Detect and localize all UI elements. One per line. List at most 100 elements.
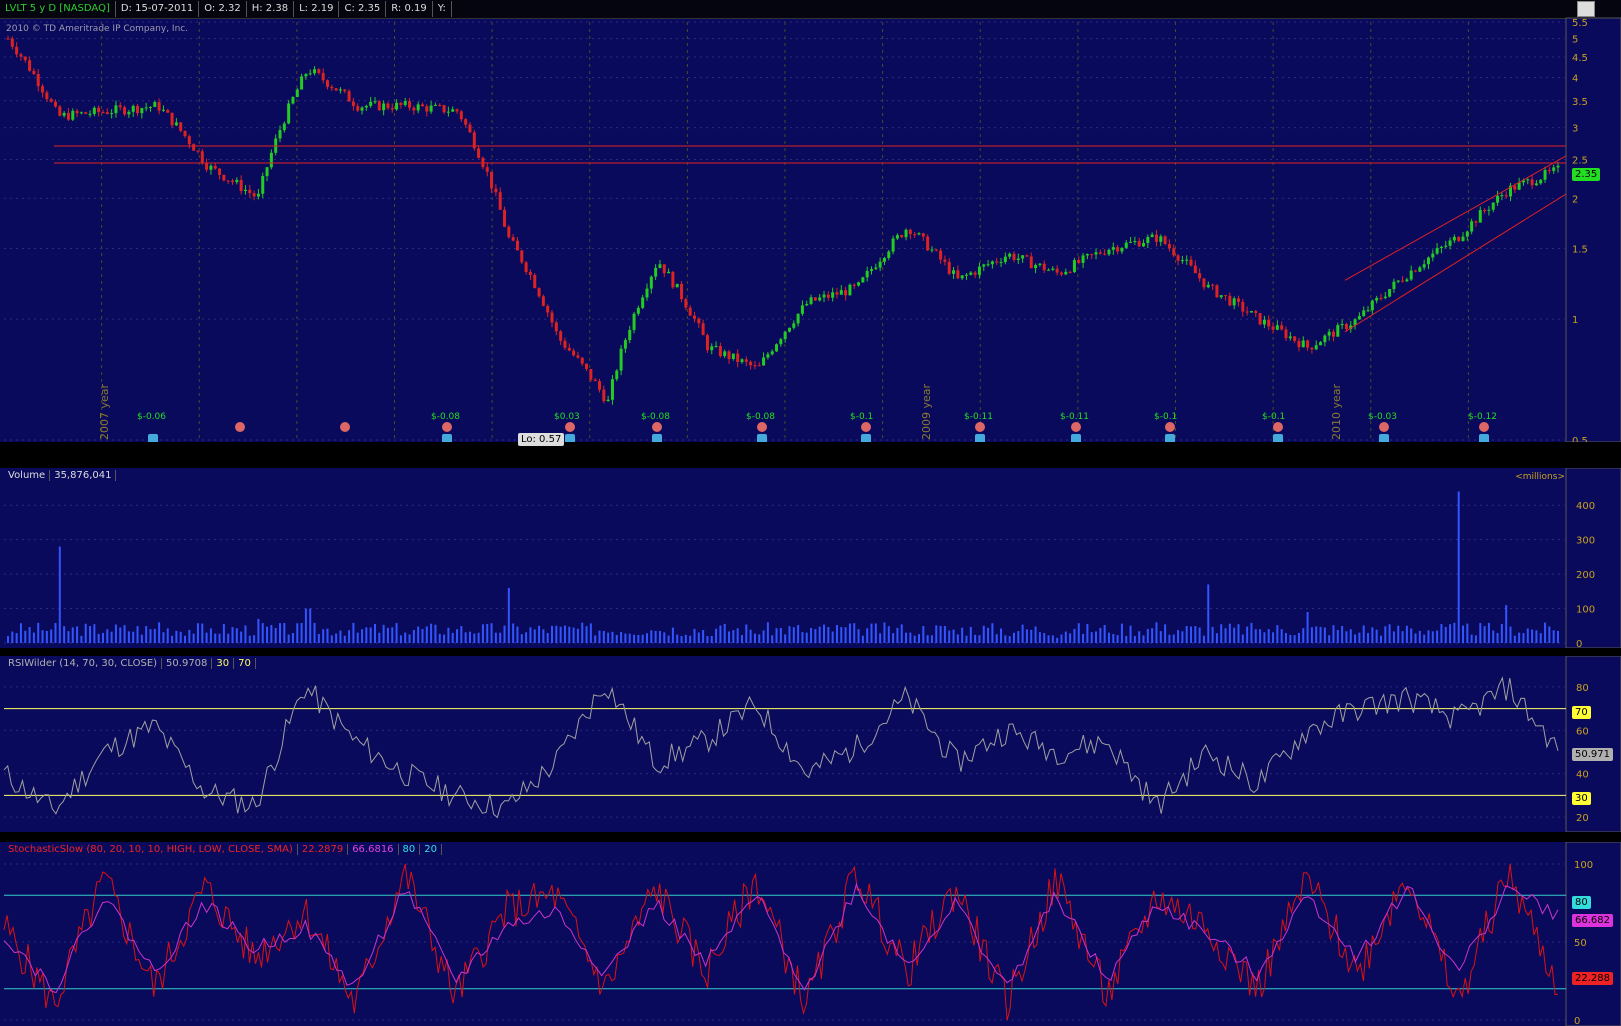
volume-bar — [645, 633, 648, 643]
earnings-label: $0.03 — [554, 412, 580, 422]
candle-body — [684, 299, 688, 308]
candle-body — [740, 359, 744, 363]
candle-body — [615, 370, 619, 380]
volume-bar — [749, 629, 752, 643]
candle-body — [278, 130, 282, 139]
candle-body — [1206, 284, 1210, 288]
volume-bar — [114, 624, 117, 643]
volume-bar — [1207, 584, 1210, 643]
earnings-label: $-0.1 — [1262, 412, 1285, 422]
volume-bar — [473, 633, 476, 643]
volume-bar — [1349, 629, 1352, 643]
volume-bar — [261, 623, 264, 643]
volume-bar — [356, 632, 359, 643]
candle-body — [1340, 324, 1344, 326]
price-panel[interactable]: LVLT 5 y D [NASDAQ] D: 15-07-2011 O: 2.3… — [0, 0, 1621, 446]
volume-bar — [1302, 628, 1305, 643]
candle-body — [995, 261, 999, 263]
candle-body — [451, 109, 455, 112]
volume-bar — [762, 630, 765, 643]
volume-bar — [840, 627, 843, 643]
volume-bar — [430, 623, 433, 643]
candle-body — [969, 272, 973, 275]
volume-bar — [1518, 632, 1521, 643]
candle-body — [485, 167, 489, 172]
candle-body — [1129, 241, 1133, 243]
candle-body — [762, 357, 766, 366]
candle-body — [235, 179, 239, 183]
volume-bar — [728, 631, 731, 643]
candle-body — [390, 108, 394, 110]
volume-bar — [257, 618, 260, 643]
candle-body — [196, 150, 200, 152]
candle-body — [1219, 295, 1223, 298]
dividend-icon — [235, 422, 245, 432]
rsi-panel[interactable]: RSIWilder (14, 70, 30, CLOSE) 50.9708 30… — [0, 656, 1621, 832]
rsi-last-badge: 50.971 — [1572, 748, 1613, 761]
earnings-icon — [861, 434, 871, 442]
volume-bar — [1237, 624, 1240, 643]
volume-bar — [844, 627, 847, 643]
volume-bar — [943, 625, 946, 643]
year-label: 2007 year — [98, 383, 111, 440]
volume-bar — [1293, 635, 1296, 643]
earnings-label: $-0.03 — [1368, 412, 1397, 422]
candle-body — [865, 270, 869, 278]
candle-body — [1154, 234, 1158, 242]
volume-bar — [1500, 623, 1503, 643]
volume-bar — [956, 634, 959, 643]
candle-body — [166, 109, 170, 113]
volume-bar — [244, 625, 247, 643]
volume-bar — [1418, 630, 1421, 643]
candle-body — [1383, 296, 1387, 299]
candle-body — [610, 379, 614, 400]
candle-body — [32, 70, 36, 74]
volume-bar — [1453, 622, 1456, 643]
volume-bar — [1250, 622, 1253, 643]
volume-bar — [1414, 633, 1417, 643]
candle-body — [1051, 268, 1055, 270]
candle-body — [222, 174, 226, 181]
candle-body — [403, 101, 407, 105]
volume-bar — [753, 633, 756, 643]
rsi-tick-label: 80 — [1576, 683, 1589, 694]
volume-bar — [602, 630, 605, 643]
candle-body — [1103, 253, 1107, 255]
volume-bar — [149, 629, 152, 643]
candle-body — [697, 318, 701, 324]
candle-body — [127, 111, 131, 115]
volume-bar — [818, 626, 821, 643]
candle-body — [412, 107, 416, 111]
volume-bar — [913, 635, 916, 643]
candle-body — [399, 102, 403, 105]
candle-body — [1008, 253, 1012, 257]
candle-body — [628, 329, 632, 341]
volume-bar — [1423, 634, 1426, 643]
volume-bar — [136, 626, 139, 643]
candle-body — [433, 104, 437, 106]
volume-bar — [732, 630, 735, 643]
volume-bar — [1095, 631, 1098, 643]
candle-body — [844, 290, 848, 296]
volume-bar — [1000, 628, 1003, 643]
volume-bar — [1531, 629, 1534, 643]
candle-body — [321, 72, 325, 81]
candle-body — [1029, 256, 1033, 269]
volume-panel[interactable]: Volume 35,876,041 <millions> 400 300 200 10… — [0, 468, 1621, 648]
stoch-panel[interactable]: StochasticSlow (80, 20, 10, 10, HIGH, LO… — [0, 842, 1621, 1026]
volume-bar — [343, 635, 346, 643]
volume-bar — [866, 628, 869, 643]
earnings-label: $-0.1 — [850, 412, 873, 422]
candle-body — [6, 38, 10, 40]
rsi-upper-badge: 70 — [1572, 706, 1591, 719]
candle-body — [425, 106, 429, 112]
volume-bar — [922, 626, 925, 643]
volume-bar — [1047, 635, 1050, 643]
candle-body — [1042, 263, 1046, 271]
volume-bar — [369, 627, 372, 643]
rsi-chart: 80 60 40 20 — [3, 656, 1621, 832]
volume-bar — [1142, 635, 1145, 643]
candle-body — [636, 307, 640, 314]
candle-body — [261, 176, 265, 194]
volume-bar — [1138, 631, 1141, 643]
